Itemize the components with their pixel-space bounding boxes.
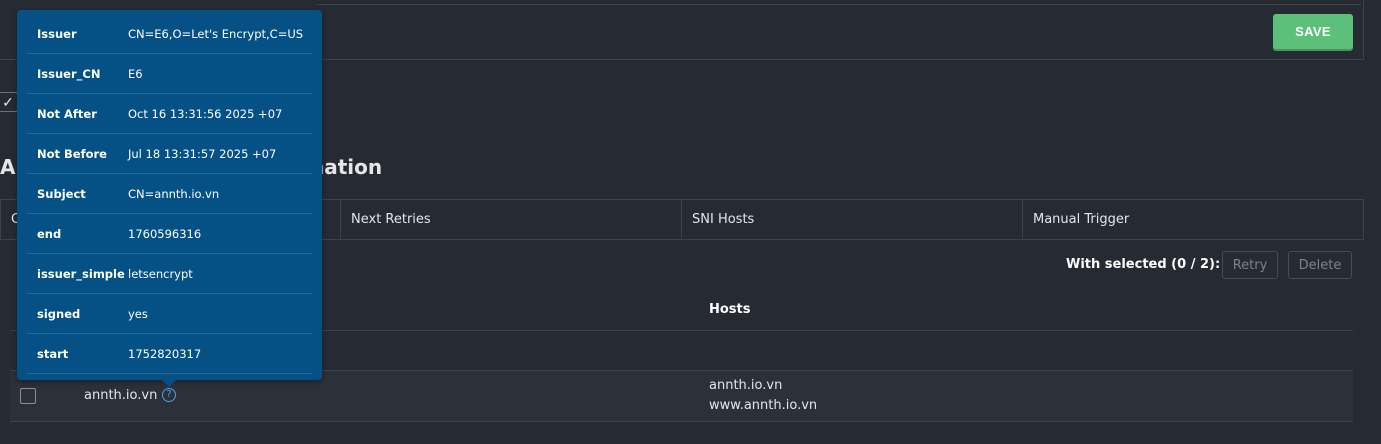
tooltip-row-not-before: Not Before Jul 18 13:31:57 2025 +07 bbox=[27, 134, 312, 174]
tooltip-value: 1760596316 bbox=[128, 226, 202, 241]
tooltip-row-end: end 1760596316 bbox=[27, 214, 312, 254]
tooltip-row-issuer: Issuer CN=E6,O=Let's Encrypt,C=US bbox=[27, 14, 312, 54]
tooltip-arrow bbox=[162, 380, 176, 387]
delete-button[interactable]: Delete bbox=[1288, 251, 1352, 279]
tooltip-row-issuer-simple: issuer_simple letsencrypt bbox=[27, 254, 312, 294]
tab-sni-hosts[interactable]: SNI Hosts bbox=[682, 200, 1023, 239]
tooltip-value: CN=E6,O=Let's Encrypt,C=US bbox=[128, 26, 304, 41]
question-icon[interactable]: ? bbox=[162, 388, 176, 402]
hosts-column-header: Hosts bbox=[709, 302, 751, 317]
tooltip-row-subject: Subject CN=annth.io.vn bbox=[27, 174, 312, 214]
host-entry: www.annth.io.vn bbox=[709, 398, 818, 413]
tooltip-value: Jul 18 13:31:57 2025 +07 bbox=[128, 146, 277, 161]
tooltip-key: end bbox=[37, 226, 62, 241]
tooltip-row-issuer-cn: Issuer_CN E6 bbox=[27, 54, 312, 94]
certificate-info-tooltip: Issuer CN=E6,O=Let's Encrypt,C=US Issuer… bbox=[17, 10, 322, 387]
tooltip-key: signed bbox=[37, 306, 81, 321]
tooltip-value: 1752820317 bbox=[128, 346, 202, 361]
with-selected-label: With selected (0 / 2): bbox=[1066, 257, 1221, 272]
tooltip-key: issuer_simple bbox=[37, 266, 125, 281]
save-button[interactable]: SAVE bbox=[1273, 14, 1353, 49]
tooltip-key: Not After bbox=[37, 106, 97, 121]
host-entry: annth.io.vn bbox=[709, 378, 783, 393]
tooltip-row-start: start 1752820317 bbox=[27, 334, 312, 374]
tooltip-value: Oct 16 13:31:56 2025 +07 bbox=[128, 106, 283, 121]
tooltip-key: Issuer bbox=[37, 26, 77, 41]
retry-button[interactable]: Retry bbox=[1222, 251, 1278, 279]
tooltip-value: E6 bbox=[128, 66, 143, 81]
panel-divider bbox=[317, 0, 1361, 5]
tooltip-key: start bbox=[37, 346, 69, 361]
tooltip-key: Subject bbox=[37, 186, 86, 201]
tooltip-value: letsencrypt bbox=[128, 266, 193, 281]
tooltip-key: Not Before bbox=[37, 146, 107, 161]
tab-next-retries[interactable]: Next Retries bbox=[341, 200, 682, 239]
tooltip-key: Issuer_CN bbox=[37, 66, 101, 81]
tooltip-value: yes bbox=[128, 306, 148, 321]
row-select-checkbox[interactable] bbox=[20, 388, 36, 404]
tooltip-row-signed: signed yes bbox=[27, 294, 312, 334]
table-bottom-divider bbox=[10, 421, 1353, 422]
tab-manual-trigger[interactable]: Manual Trigger bbox=[1023, 200, 1363, 239]
tooltip-value: CN=annth.io.vn bbox=[128, 186, 220, 201]
certificate-name: annth.io.vn bbox=[84, 388, 158, 403]
enable-checkbox[interactable]: ✓ bbox=[0, 92, 18, 112]
tooltip-row-not-after: Not After Oct 16 13:31:56 2025 +07 bbox=[27, 94, 312, 134]
